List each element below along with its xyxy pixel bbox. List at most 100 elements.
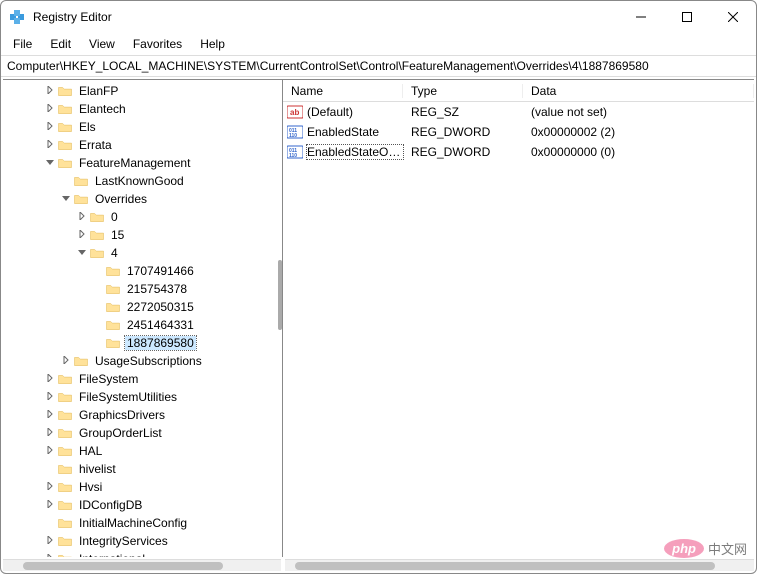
address-text: Computer\HKEY_LOCAL_MACHINE\SYSTEM\Curre… [7, 59, 649, 73]
tree-item[interactable]: FileSystemUtilities [3, 388, 282, 406]
chevron-right-icon[interactable] [43, 536, 57, 547]
registry-editor-window: Registry Editor File Edit View Favorites… [0, 0, 757, 574]
column-name[interactable]: Name [283, 84, 403, 98]
chevron-right-icon[interactable] [43, 428, 57, 439]
values-scroll-thumb[interactable] [295, 562, 715, 570]
tree-item[interactable]: GroupOrderList [3, 424, 282, 442]
chevron-right-icon[interactable] [43, 554, 57, 558]
chevron-down-icon[interactable] [43, 158, 57, 169]
value-name: EnabledState [307, 125, 403, 139]
tree-item[interactable]: FeatureManagement [3, 154, 282, 172]
folder-icon [57, 499, 73, 512]
tree-item[interactable]: Els [3, 118, 282, 136]
chevron-right-icon[interactable] [43, 140, 57, 151]
tree-item[interactable]: Errata [3, 136, 282, 154]
folder-icon [105, 337, 121, 350]
maximize-icon [682, 12, 692, 22]
close-button[interactable] [710, 1, 756, 33]
tree-item[interactable]: GraphicsDrivers [3, 406, 282, 424]
tree-item-label: UsageSubscriptions [93, 354, 204, 368]
column-data[interactable]: Data [523, 84, 754, 98]
value-name: (Default) [307, 105, 403, 119]
tree-item[interactable]: LastKnownGood [3, 172, 282, 190]
chevron-down-icon[interactable] [75, 248, 89, 259]
folder-icon [105, 319, 121, 332]
chevron-right-icon[interactable] [75, 212, 89, 223]
tree-item-label: IDConfigDB [77, 498, 144, 512]
chevron-right-icon[interactable] [59, 356, 73, 367]
tree-item[interactable]: HAL [3, 442, 282, 460]
folder-icon [73, 175, 89, 188]
tree-scrollbar[interactable] [3, 559, 281, 571]
tree-item-label: GroupOrderList [77, 426, 164, 440]
tree-item[interactable]: Hvsi [3, 478, 282, 496]
tree-scroll-thumb[interactable] [23, 562, 223, 570]
value-row[interactable]: (Default)REG_SZ(value not set) [283, 102, 754, 122]
column-type[interactable]: Type [403, 84, 523, 98]
titlebar[interactable]: Registry Editor [1, 1, 756, 33]
chevron-right-icon[interactable] [43, 446, 57, 457]
chevron-right-icon[interactable] [43, 104, 57, 115]
chevron-right-icon[interactable] [43, 482, 57, 493]
menu-file[interactable]: File [5, 35, 40, 53]
splitter-handle[interactable] [278, 260, 282, 330]
folder-icon [73, 193, 89, 206]
tree-item[interactable]: hivelist [3, 460, 282, 478]
chevron-right-icon[interactable] [43, 410, 57, 421]
chevron-right-icon[interactable] [43, 392, 57, 403]
tree-item-label: 2272050315 [125, 300, 196, 314]
watermark: php 中文网 [664, 539, 747, 558]
menu-help[interactable]: Help [192, 35, 233, 53]
tree-item[interactable]: UsageSubscriptions [3, 352, 282, 370]
window-controls [618, 1, 756, 33]
tree-item[interactable]: Overrides [3, 190, 282, 208]
window-title: Registry Editor [33, 10, 618, 24]
folder-icon [105, 301, 121, 314]
value-row[interactable]: EnabledStateREG_DWORD0x00000002 (2) [283, 122, 754, 142]
tree-item-label: FeatureManagement [77, 156, 192, 170]
chevron-right-icon[interactable] [75, 230, 89, 241]
tree-item[interactable]: 2451464331 [3, 316, 282, 334]
values-scrollbar[interactable] [285, 559, 754, 571]
tree-item-label: Errata [77, 138, 114, 152]
folder-icon [57, 517, 73, 530]
menu-favorites[interactable]: Favorites [125, 35, 190, 53]
bottom-scroll-area [1, 559, 756, 573]
chevron-right-icon[interactable] [43, 86, 57, 97]
tree-item-label: GraphicsDrivers [77, 408, 167, 422]
tree-item-label: Overrides [93, 192, 149, 206]
address-bar[interactable]: Computer\HKEY_LOCAL_MACHINE\SYSTEM\Curre… [1, 55, 756, 77]
folder-icon [57, 139, 73, 152]
maximize-button[interactable] [664, 1, 710, 33]
tree-item-label: International [77, 552, 147, 557]
chevron-down-icon[interactable] [59, 194, 73, 205]
tree-item[interactable]: IDConfigDB [3, 496, 282, 514]
values-pane[interactable]: Name Type Data (Default)REG_SZ(value not… [283, 80, 754, 557]
chevron-right-icon[interactable] [43, 500, 57, 511]
menu-edit[interactable]: Edit [42, 35, 79, 53]
tree-item[interactable]: 215754378 [3, 280, 282, 298]
tree-item[interactable]: 2272050315 [3, 298, 282, 316]
tree-item[interactable]: IntegrityServices [3, 532, 282, 550]
tree-item[interactable]: InitialMachineConfig [3, 514, 282, 532]
tree-item[interactable]: 1707491466 [3, 262, 282, 280]
value-data: 0x00000002 (2) [523, 125, 754, 139]
tree-item[interactable]: International [3, 550, 282, 557]
dword-value-icon [287, 124, 303, 140]
tree-item[interactable]: Elantech [3, 100, 282, 118]
values-list: (Default)REG_SZ(value not set)EnabledSta… [283, 102, 754, 162]
tree-item[interactable]: 15 [3, 226, 282, 244]
string-value-icon [287, 104, 303, 120]
tree-item[interactable]: 0 [3, 208, 282, 226]
tree-item[interactable]: 1887869580 [3, 334, 282, 352]
folder-icon [57, 445, 73, 458]
tree-item[interactable]: ElanFP [3, 82, 282, 100]
menu-view[interactable]: View [81, 35, 123, 53]
value-row[interactable]: EnabledStateOp...REG_DWORD0x00000000 (0) [283, 142, 754, 162]
tree-item[interactable]: FileSystem [3, 370, 282, 388]
tree-item[interactable]: 4 [3, 244, 282, 262]
chevron-right-icon[interactable] [43, 122, 57, 133]
chevron-right-icon[interactable] [43, 374, 57, 385]
minimize-button[interactable] [618, 1, 664, 33]
tree-pane[interactable]: ElanFPElantechEls Errata FeatureManagement… [3, 80, 283, 557]
